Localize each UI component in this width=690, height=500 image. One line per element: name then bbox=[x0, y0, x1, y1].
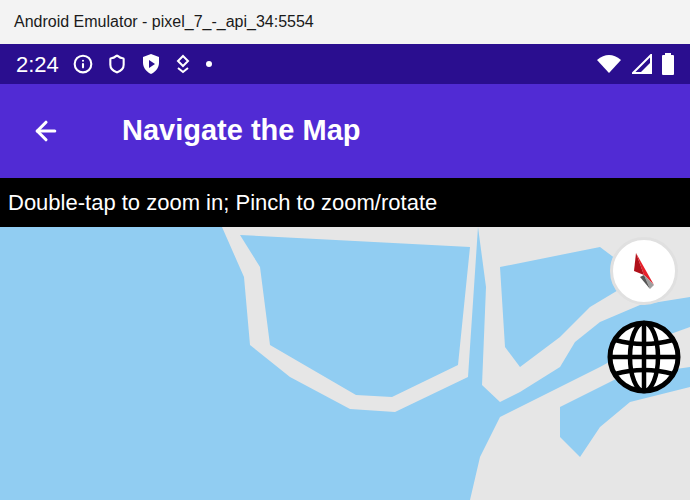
back-button[interactable] bbox=[0, 101, 96, 161]
window-title: Android Emulator - pixel_7_-_api_34:5554 bbox=[14, 10, 314, 34]
map-view[interactable] bbox=[0, 227, 690, 500]
water-basin bbox=[240, 235, 470, 397]
window-title-bar: Android Emulator - pixel_7_-_api_34:5554 bbox=[0, 0, 690, 44]
instructions-text: Double-tap to zoom in; Pinch to zoom/rot… bbox=[8, 186, 437, 219]
shield-icon bbox=[107, 54, 127, 74]
battery-icon bbox=[662, 53, 674, 75]
emulator-window: Android Emulator - pixel_7_-_api_34:5554… bbox=[0, 0, 690, 500]
compass-button[interactable] bbox=[610, 237, 678, 305]
status-bar: 2:24 bbox=[0, 44, 690, 84]
compass-icon bbox=[624, 247, 664, 295]
location-icon bbox=[175, 54, 191, 74]
signal-icon bbox=[632, 54, 652, 74]
globe-icon bbox=[607, 320, 681, 394]
app-bar: Navigate the Map bbox=[0, 84, 690, 178]
land-area bbox=[222, 227, 478, 412]
dot-icon bbox=[205, 60, 213, 68]
basemap-globe-button[interactable] bbox=[606, 319, 682, 395]
play-shield-icon bbox=[141, 53, 161, 75]
land-area bbox=[226, 227, 250, 272]
app-bar-title: Navigate the Map bbox=[122, 109, 361, 153]
wifi-icon bbox=[596, 54, 622, 74]
back-arrow-icon bbox=[31, 116, 61, 146]
status-time: 2:24 bbox=[16, 48, 59, 81]
instructions-banner: Double-tap to zoom in; Pinch to zoom/rot… bbox=[0, 178, 690, 227]
info-icon bbox=[73, 54, 93, 74]
map-drawing bbox=[0, 227, 690, 500]
